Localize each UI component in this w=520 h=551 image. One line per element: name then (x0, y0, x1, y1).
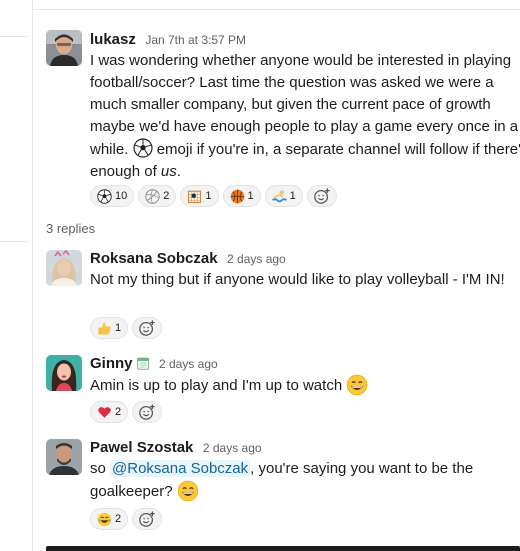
reaction-volleyball[interactable]: 2 (138, 185, 177, 207)
reaction-count: 2 (115, 406, 122, 418)
swimmer-icon (271, 189, 287, 204)
reaction-swimmer[interactable]: 1 (264, 185, 303, 207)
message-text: Amin is up to play and I'm up to watch (90, 374, 520, 397)
reaction-joy[interactable]: 2 (90, 508, 129, 530)
message-header: Ginny 2 days ago (90, 355, 218, 373)
emphasis-text: us (160, 163, 177, 180)
message-header: Roksana Sobczak 2 days ago (90, 250, 286, 268)
avatar[interactable] (46, 30, 82, 66)
message-text-part: Amin is up to play and I'm up to watch (90, 377, 343, 394)
reaction-basketball[interactable]: 1 (222, 185, 261, 207)
timestamp[interactable]: 2 days ago (203, 441, 262, 455)
pane-divider (32, 0, 33, 551)
add-emoji-icon (139, 404, 155, 420)
author-name[interactable]: Pawel Szostak (90, 439, 193, 456)
author-name[interactable]: Ginny (90, 355, 133, 372)
add-emoji-icon (139, 320, 155, 336)
add-reaction-button[interactable] (132, 508, 163, 530)
add-emoji-icon (313, 188, 330, 204)
author-name[interactable]: lukasz (90, 31, 136, 48)
reaction-count: 2 (163, 190, 170, 202)
soccer-ball-icon (132, 138, 153, 158)
reactions-bar: 2 (90, 508, 163, 530)
soccer-ball-icon (97, 188, 112, 204)
joy-icon (97, 512, 112, 527)
timestamp[interactable]: Jan 7th at 3:57 PM (145, 33, 246, 47)
divider (0, 36, 28, 37)
heart-icon (97, 405, 112, 420)
message-text-part: . (176, 163, 181, 180)
goal-net-icon (187, 189, 202, 204)
timestamp[interactable]: 2 days ago (227, 252, 286, 266)
message-text: I was wondering whether anyone would be … (90, 50, 520, 183)
user-mention[interactable]: @Roksana Sobczak (110, 460, 251, 477)
message-text-part: emoji if you're in, a separate channel w… (90, 141, 520, 180)
avatar[interactable] (46, 250, 82, 286)
basketball-icon (230, 189, 245, 204)
reaction-heart[interactable]: 2 (90, 401, 129, 423)
message-composer-edge[interactable] (46, 546, 520, 551)
reaction-count: 1 (289, 190, 296, 202)
reaction-count: 10 (115, 190, 128, 202)
add-reaction-button[interactable] (132, 401, 163, 423)
reaction-count: 1 (115, 322, 122, 334)
divider (0, 241, 28, 242)
left-pane-edge (0, 0, 32, 551)
reaction-goal[interactable]: 1 (180, 185, 219, 207)
grinning-face-icon (346, 374, 368, 396)
reaction-thumbs-up[interactable]: 1 (90, 317, 129, 339)
avatar[interactable] (46, 439, 82, 475)
replies-count-link[interactable]: 3 replies (46, 221, 95, 236)
calendar-status-icon[interactable] (136, 356, 150, 370)
add-reaction-button[interactable] (132, 317, 163, 339)
volleyball-icon (145, 188, 160, 204)
message-text: so @Roksana Sobczak, you're saying you w… (90, 458, 490, 503)
message-header: lukasz Jan 7th at 3:57 PM (90, 31, 246, 49)
add-emoji-icon (139, 511, 155, 527)
reaction-soccer[interactable]: 10 (90, 185, 135, 207)
divider (33, 9, 520, 10)
message-text: Not my thing but if anyone would like to… (90, 271, 505, 288)
thumbs-up-icon (97, 321, 112, 336)
reaction-count: 1 (205, 190, 212, 202)
add-reaction-button[interactable] (306, 185, 337, 207)
avatar[interactable] (46, 355, 82, 391)
reactions-bar: 1 (90, 317, 163, 339)
reaction-count: 2 (115, 513, 122, 525)
timestamp[interactable]: 2 days ago (159, 357, 218, 371)
reactions-bar: 2 (90, 401, 163, 423)
grinning-face-icon (177, 480, 198, 502)
reaction-count: 1 (247, 190, 254, 202)
author-name[interactable]: Roksana Sobczak (90, 250, 218, 267)
message-text-part: so (90, 460, 111, 477)
message-header: Pawel Szostak 2 days ago (90, 439, 262, 457)
reactions-bar: 10 2 1 1 1 (90, 185, 337, 207)
